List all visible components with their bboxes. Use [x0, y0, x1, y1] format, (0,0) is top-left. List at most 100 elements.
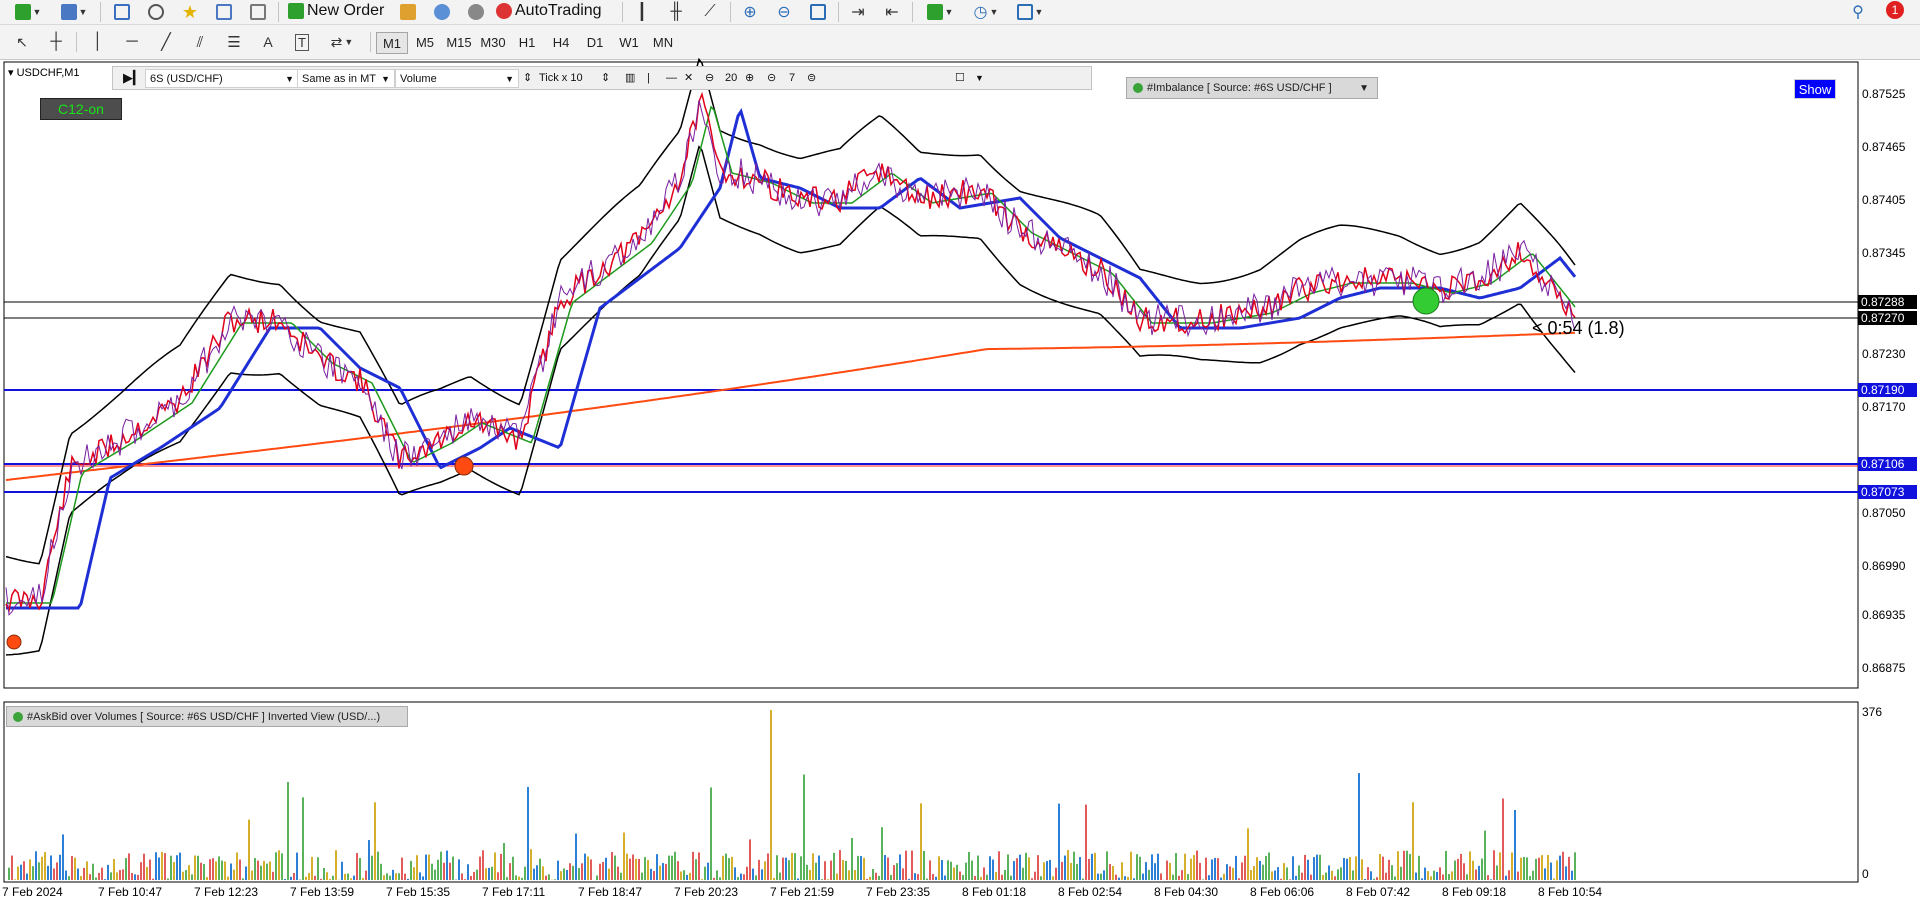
price-tag: 0.87190: [1858, 383, 1917, 397]
volume-bar: [803, 774, 805, 880]
volume-bar: [1070, 862, 1072, 880]
volume-bar: [1421, 878, 1423, 880]
c12-status-button[interactable]: C12-on: [40, 98, 122, 120]
volume-bar: [1100, 873, 1102, 880]
volume-bar: [203, 864, 205, 880]
volume-bar: [374, 802, 376, 880]
volume-bar: [140, 862, 142, 880]
trade-marker-orange-start[interactable]: [6, 634, 22, 650]
tick-adjust-icon[interactable]: ⇕: [523, 69, 532, 86]
volume-bar: [929, 860, 931, 880]
volume-bar: [1517, 871, 1519, 880]
mode-select[interactable]: Same as in MT ▼: [297, 69, 395, 88]
price-label: 0.86935: [1862, 608, 1906, 622]
volume-bar: [884, 855, 886, 880]
volume-bar: [1004, 870, 1006, 880]
play-button[interactable]: ▶▎: [123, 69, 143, 86]
volume-bar: [1103, 870, 1105, 880]
volume-bar: [1283, 863, 1285, 880]
chevron-down-icon[interactable]: ▼: [1359, 83, 1369, 94]
volume-bar: [1130, 851, 1132, 880]
volume-bar: [1487, 875, 1489, 880]
trade-marker-orange[interactable]: [454, 456, 474, 476]
volume-bar: [1463, 863, 1465, 880]
scale-up-icon[interactable]: ⊜: [807, 69, 816, 86]
volume-bar: [1346, 858, 1348, 880]
askbid-volumes-panel[interactable]: #AskBid over Volumes [ Source: #6S USD/C…: [6, 706, 408, 727]
volume-bar: [1034, 871, 1036, 880]
volume-bar: [728, 858, 730, 880]
scale-down-icon[interactable]: ⊝: [767, 69, 776, 86]
zoom-plus-icon[interactable]: ⊕: [745, 69, 754, 86]
volume-bar: [674, 851, 676, 880]
volume-bar: [215, 861, 217, 880]
volume-bar: [1448, 874, 1450, 880]
window-icon[interactable]: ☐: [955, 69, 965, 86]
source-select[interactable]: 6S (USD/CHF) ▼: [145, 69, 299, 88]
volume-bar: [1496, 865, 1498, 880]
zoom-minus-icon[interactable]: ⊖: [705, 69, 714, 86]
volume-bar: [779, 872, 781, 880]
volume-bar: [167, 878, 169, 880]
volume-bar: [797, 878, 799, 880]
volume-bar: [1319, 854, 1321, 880]
volume-bar: [389, 875, 391, 880]
volume-bar: [1217, 858, 1219, 880]
volume-bar: [470, 875, 472, 880]
volume-bar: [56, 862, 58, 880]
volume-bar: [716, 870, 718, 880]
volume-bar: [1331, 870, 1333, 880]
volume-bar: [1316, 854, 1318, 880]
show-button[interactable]: Show: [1794, 79, 1836, 99]
volume-bar: [1553, 878, 1555, 880]
trade-marker-green[interactable]: [1412, 287, 1440, 315]
volume-bar: [77, 868, 79, 880]
volume-bar: [1268, 852, 1270, 880]
volume-bar: [1406, 850, 1408, 880]
volume-bar: [662, 863, 664, 880]
volume-bar: [905, 850, 907, 880]
volume-bar: [785, 857, 787, 880]
volume-bar: [302, 797, 304, 880]
volume-bar: [875, 872, 877, 880]
volume-bar: [515, 875, 517, 880]
volume-bar: [1157, 853, 1159, 880]
volume-bar: [1124, 876, 1126, 880]
price-label: 0.86875: [1862, 661, 1906, 675]
volume-bar: [710, 787, 712, 880]
volume-bar: [1439, 867, 1441, 880]
volume-bar: [254, 858, 256, 880]
close-icon[interactable]: ✕: [684, 69, 693, 86]
imbalance-panel[interactable]: #Imbalance [ Source: #6S USD/CHF ] ▼: [1126, 77, 1378, 99]
lower-band-line: [5, 145, 1576, 656]
volume-bar: [932, 873, 934, 880]
volume-bar: [89, 874, 91, 880]
volume-bar: [1232, 867, 1234, 880]
volume-bar: [935, 876, 937, 880]
volume-bar: [371, 855, 373, 880]
tick-stepper-icon[interactable]: ⇕: [601, 69, 610, 86]
minimize-icon[interactable]: —: [666, 69, 677, 86]
volume-bar: [362, 878, 364, 880]
volume-bar: [296, 852, 298, 880]
volume-bar: [311, 856, 313, 880]
metric-select[interactable]: Volume ▼: [395, 69, 519, 88]
price-label: 0.87050: [1862, 506, 1906, 520]
time-label: 7 Feb 23:35: [866, 885, 931, 899]
histogram-icon[interactable]: ▥: [625, 69, 635, 86]
volume-bar: [911, 850, 913, 880]
volume-bar: [92, 863, 94, 880]
volume-bar: [440, 851, 442, 880]
volume-bar: [80, 876, 82, 880]
volume-bar: [488, 867, 490, 880]
volume-bar: [38, 862, 40, 880]
volume-bar: [194, 855, 196, 880]
volume-bar: [635, 858, 637, 880]
volume-bar: [1556, 860, 1558, 880]
volume-bar: [248, 819, 250, 880]
volume-bar: [1280, 878, 1282, 880]
time-label: 8 Feb 01:18: [962, 885, 1027, 899]
chevron-down-icon[interactable]: ▼: [975, 69, 984, 86]
volume-bar: [176, 855, 178, 880]
time-label: 7 Feb 12:23: [194, 885, 259, 899]
